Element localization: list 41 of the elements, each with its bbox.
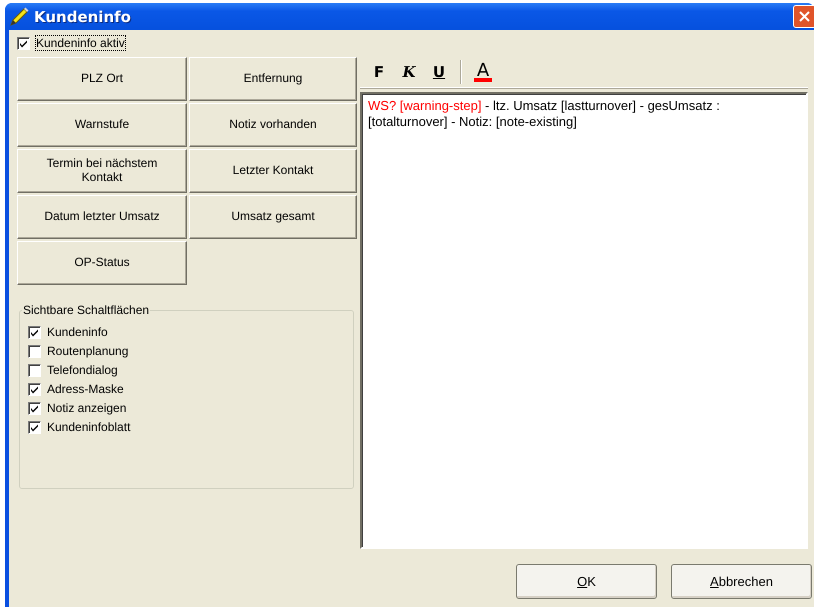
- editor-text: WS? [warning-step] - ltz. Umsatz [lastturnover] - gesUmsatz : [totalturnover] - Notiz: [note-existing]: [368, 98, 720, 129]
- check-icon: [30, 328, 39, 336]
- bold-button[interactable]: F: [366, 60, 392, 84]
- underline-button[interactable]: U: [426, 60, 452, 84]
- close-icon: [799, 11, 810, 22]
- check-icon: [19, 38, 28, 48]
- field-button[interactable]: Warnstufe: [17, 103, 187, 147]
- checkbox-label: Telefondialog: [47, 363, 118, 377]
- ok-button[interactable]: OK: [516, 564, 657, 598]
- group-title: Sichtbare Schaltflächen: [22, 303, 150, 317]
- checkbox-label: Adress-Maske: [47, 382, 124, 396]
- cancel-button[interactable]: Abbrechen: [671, 564, 812, 598]
- field-button[interactable]: Entfernung: [189, 57, 357, 101]
- window-title: Kundeninfo: [34, 8, 132, 26]
- field-button[interactable]: Termin bei nächstem Kontakt: [17, 149, 187, 193]
- check-icon: [30, 404, 39, 412]
- checkbox-label: Kundeninfo: [47, 325, 108, 339]
- checkbox[interactable]: [28, 364, 41, 376]
- checkbox[interactable]: [28, 344, 41, 358]
- checkbox[interactable]: [17, 36, 30, 50]
- text-editor[interactable]: WS? [warning-step] - ltz. Umsatz [lastturnover] - gesUmsatz : [totalturnover] - Notiz: [note-existing]: [360, 92, 808, 549]
- checkbox[interactable]: [28, 420, 41, 434]
- field-button[interactable]: OP-Status: [17, 241, 187, 285]
- field-button[interactable]: Umsatz gesamt: [189, 195, 357, 239]
- checkbox-label: Routenplanung: [47, 344, 128, 358]
- pencil-icon: [8, 6, 30, 28]
- checkbox[interactable]: [28, 382, 41, 396]
- field-button[interactable]: PLZ Ort: [17, 57, 187, 101]
- checkbox-label: Kundeninfo aktiv: [36, 36, 125, 50]
- text-color-button[interactable]: A: [470, 60, 496, 84]
- close-button[interactable]: [793, 5, 814, 28]
- italic-button[interactable]: K: [396, 60, 422, 84]
- checkbox[interactable]: [28, 402, 41, 414]
- field-button[interactable]: Letzter Kontakt: [189, 149, 357, 193]
- check-icon: [30, 384, 39, 394]
- checkbox-label: Notiz anzeigen: [47, 401, 126, 415]
- field-button[interactable]: Notiz vorhanden: [189, 103, 357, 147]
- field-button[interactable]: Datum letzter Umsatz: [17, 195, 187, 239]
- checkbox-label: Kundeninfoblatt: [47, 420, 130, 434]
- check-icon: [30, 422, 39, 432]
- checkbox[interactable]: [28, 326, 41, 338]
